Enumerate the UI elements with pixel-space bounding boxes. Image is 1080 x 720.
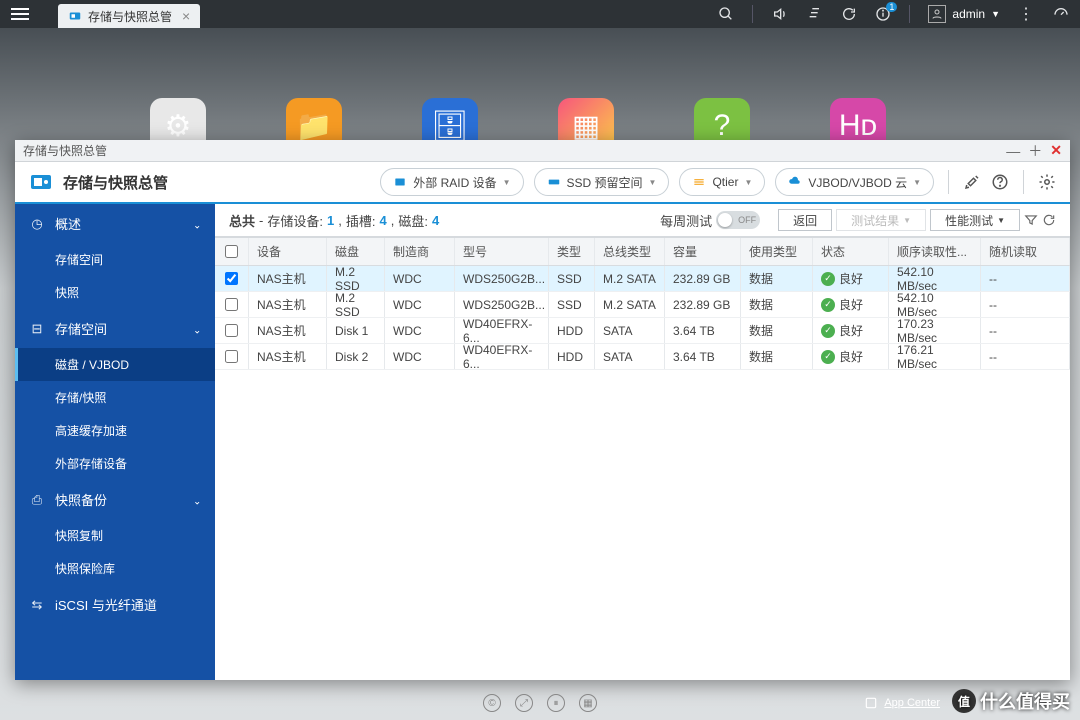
dock-icon-4[interactable]: ▦	[579, 694, 597, 712]
select-all-checkbox[interactable]	[225, 245, 238, 258]
app-title: 存储与快照总管	[63, 172, 370, 193]
tab-title: 存储与快照总管	[88, 8, 172, 25]
refresh-icon[interactable]	[1042, 213, 1056, 227]
status-ok-icon: ✓	[821, 272, 835, 286]
row-checkbox[interactable]	[225, 350, 238, 363]
refresh-icon[interactable]	[841, 6, 857, 22]
storage-icon	[68, 9, 82, 23]
sidebar-item-snap-vault[interactable]: 快照保险库	[15, 552, 215, 585]
search-icon[interactable]	[718, 6, 734, 22]
tools-icon[interactable]	[963, 173, 981, 191]
pill-vjbod[interactable]: VJBOD/VJBOD 云▼	[775, 168, 934, 196]
chevron-down-icon: ▼	[991, 9, 1000, 19]
cloud-icon	[788, 175, 802, 189]
main-content: 总共- 存储设备: 1, 插槽: 4, 磁盘: 4 每周测试 OFF 返回 测试…	[215, 204, 1070, 680]
table-header: 设备 磁盘 制造商 型号 类型 总线类型 容量 使用类型 状态 顺序读取性...…	[215, 238, 1070, 266]
qtier-icon	[692, 175, 706, 189]
sidebar-item-disk-vjbod[interactable]: 磁盘 / VJBOD	[15, 348, 215, 381]
network-icon: ⇆	[29, 597, 45, 613]
tab-close-icon[interactable]: ×	[182, 8, 190, 24]
total-label: 总共	[229, 211, 255, 230]
table-row[interactable]: NAS主机Disk 2WDCWD40EFRX-6...HDDSATA3.64 T…	[215, 344, 1070, 370]
raid-icon	[393, 175, 407, 189]
gear-icon[interactable]	[1038, 173, 1056, 191]
appcenter-link[interactable]: App Center	[864, 696, 940, 710]
test-result-button: 测试结果▼	[836, 209, 926, 231]
disk-icon: ⊟	[29, 321, 45, 337]
pill-external-raid[interactable]: 外部 RAID 设备▼	[380, 168, 523, 196]
disk-table: 设备 磁盘 制造商 型号 类型 总线类型 容量 使用类型 状态 顺序读取性...…	[215, 238, 1070, 680]
desktop-icons: ⚙📁🗄▦?Hᴅ	[0, 28, 886, 154]
system-topbar: 存储与快照总管 × 1 admin ▼ ⋮	[0, 0, 1080, 28]
sidebar-group-storage[interactable]: ⊟存储空间⌃	[15, 309, 215, 348]
sidebar-item-snapshot[interactable]: 快照	[15, 276, 215, 309]
sidebar-group-snapshot-backup[interactable]: ⎙快照备份⌃	[15, 480, 215, 519]
sidebar-group-overview[interactable]: ◷概述⌃	[15, 204, 215, 243]
more-icon[interactable]: ⋮	[1018, 4, 1034, 24]
chevron-up-icon: ⌃	[193, 323, 201, 334]
watermark: 值什么值得买	[952, 688, 1070, 714]
sidebar-item-snap-copy[interactable]: 快照复制	[15, 519, 215, 552]
sidebar-item-cache[interactable]: 高速缓存加速	[15, 414, 215, 447]
devices-icon[interactable]	[807, 6, 823, 22]
status-ok-icon: ✓	[821, 324, 835, 338]
user-menu[interactable]: admin ▼	[928, 5, 1000, 23]
table-row[interactable]: NAS主机M.2 SSDWDCWDS250G2B...SSDM.2 SATA23…	[215, 266, 1070, 292]
summary-bar: 总共- 存储设备: 1, 插槽: 4, 磁盘: 4 每周测试 OFF 返回 测试…	[215, 204, 1070, 238]
status-ok-icon: ✓	[821, 298, 835, 312]
back-button[interactable]: 返回	[778, 209, 832, 231]
row-checkbox[interactable]	[225, 324, 238, 337]
dock-icon-1[interactable]: ©	[483, 694, 501, 712]
maximize-icon[interactable]: ＋	[1028, 141, 1042, 161]
status-ok-icon: ✓	[821, 350, 835, 364]
filter-icon[interactable]	[1024, 213, 1038, 227]
username: admin	[952, 7, 985, 21]
row-checkbox[interactable]	[225, 298, 238, 311]
sidebar: ◷概述⌃ 存储空间 快照 ⊟存储空间⌃ 磁盘 / VJBOD 存储/快照 高速缓…	[15, 204, 215, 680]
help-icon[interactable]	[991, 173, 1009, 191]
window-titlebar[interactable]: 存储与快照总管 — ＋ ✕	[15, 140, 1070, 162]
weekly-test-toggle[interactable]: OFF	[716, 211, 760, 229]
weekly-test-label: 每周测试	[660, 211, 712, 230]
menu-icon[interactable]	[0, 8, 40, 20]
pill-ssd-reserve[interactable]: SSD 预留空间▼	[534, 168, 670, 196]
volume-icon[interactable]	[771, 6, 789, 22]
storage-window: 存储与快照总管 — ＋ ✕ 存储与快照总管 外部 RAID 设备▼ SSD 预留…	[15, 140, 1070, 680]
pill-qtier[interactable]: Qtier▼	[679, 168, 765, 196]
sidebar-item-external[interactable]: 外部存储设备	[15, 447, 215, 480]
window-title: 存储与快照总管	[23, 142, 107, 159]
table-row[interactable]: NAS主机Disk 1WDCWD40EFRX-6...HDDSATA3.64 T…	[215, 318, 1070, 344]
dashboard-icon[interactable]	[1052, 6, 1070, 22]
chevron-up-icon: ⌃	[193, 494, 201, 505]
row-checkbox[interactable]	[225, 272, 238, 285]
window-header: 存储与快照总管 外部 RAID 设备▼ SSD 预留空间▼ Qtier▼ VJB…	[15, 162, 1070, 204]
info-icon[interactable]: 1	[875, 6, 891, 22]
dashboard-icon: ◷	[29, 216, 45, 232]
app-icon	[29, 170, 53, 194]
perf-test-button[interactable]: 性能测试▼	[930, 209, 1020, 231]
chevron-up-icon: ⌃	[193, 218, 201, 229]
ssd-icon	[547, 175, 561, 189]
camera-icon: ⎙	[29, 492, 45, 508]
close-icon[interactable]: ✕	[1050, 142, 1062, 159]
minimize-icon[interactable]: —	[1006, 143, 1020, 159]
avatar-icon	[928, 5, 946, 23]
sidebar-item-storage-snapshot[interactable]: 存储/快照	[15, 381, 215, 414]
table-row[interactable]: NAS主机M.2 SSDWDCWDS250G2B...SSDM.2 SATA23…	[215, 292, 1070, 318]
dock-icon-2[interactable]: ⤢	[515, 694, 533, 712]
sidebar-item-storage-space[interactable]: 存储空间	[15, 243, 215, 276]
app-tab[interactable]: 存储与快照总管 ×	[58, 4, 200, 28]
dock-icon-3[interactable]: ⏸	[547, 694, 565, 712]
sidebar-group-iscsi[interactable]: ⇆iSCSI 与光纤通道	[15, 585, 215, 624]
